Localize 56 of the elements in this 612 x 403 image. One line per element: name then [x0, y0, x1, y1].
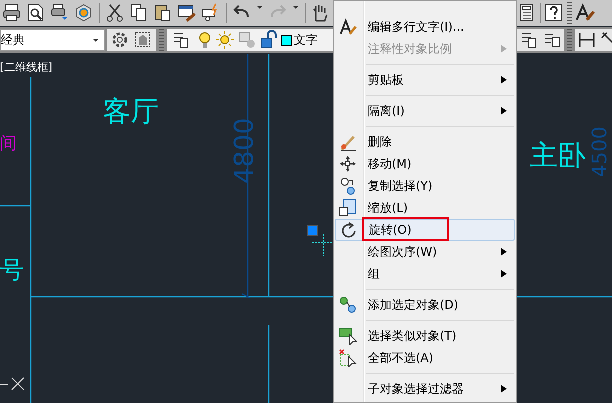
scale-squares-icon: [339, 199, 357, 217]
menu-item[interactable]: 删除: [335, 131, 515, 153]
submenu-arrow-icon: [501, 76, 507, 84]
plot-icon[interactable]: [50, 3, 70, 23]
match-properties-icon[interactable]: [177, 3, 197, 23]
cut-icon[interactable]: [105, 3, 125, 23]
submenu-arrow-icon: [501, 385, 507, 393]
deselect-icon: [339, 349, 357, 367]
sun-icon[interactable]: [215, 30, 235, 50]
text-style-icon[interactable]: [575, 3, 595, 23]
menu-item[interactable]: 旋转(O): [335, 219, 515, 241]
linear-dimension-icon[interactable]: [577, 30, 597, 50]
crosshair-cursor: [312, 234, 334, 256]
dimension-text: 4500: [589, 126, 610, 178]
gear-icon[interactable]: [110, 30, 130, 50]
menu-item[interactable]: 选择类似对象(T): [335, 325, 515, 347]
submenu-arrow-icon: [501, 45, 507, 53]
move-arrows-icon: [339, 155, 357, 173]
ucs-axis-icon: [0, 378, 24, 390]
grip-handle[interactable]: [308, 226, 318, 236]
rotate-icon: [340, 222, 358, 240]
print-preview-icon[interactable]: [26, 3, 46, 23]
menu-item[interactable]: 移动(M): [335, 153, 515, 175]
menu-item[interactable]: 子对象选择过滤器: [335, 378, 515, 400]
partial-room-label: 间: [0, 136, 17, 153]
workspace-dropdown[interactable]: 经典: [0, 29, 105, 51]
menu-item[interactable]: 编辑多行文字(I)...: [335, 16, 515, 38]
submenu-arrow-icon: [501, 107, 507, 115]
select-similar-icon: [339, 327, 357, 345]
paste-icon[interactable]: [153, 3, 173, 23]
menu-item[interactable]: 绘图次序(W): [335, 241, 515, 263]
room-label: 主卧: [530, 142, 586, 170]
menu-item[interactable]: 剪贴板: [335, 69, 515, 91]
viewport-label[interactable]: [二维线框]: [0, 60, 53, 76]
menu-item[interactable]: 全部不选(A): [335, 347, 515, 369]
printer-icon[interactable]: [2, 3, 22, 23]
room-label: 客厅: [103, 98, 159, 126]
copy-circles-icon: [339, 177, 357, 195]
copy-icon[interactable]: [129, 3, 149, 23]
menu-item[interactable]: 复制选择(Y): [335, 175, 515, 197]
caret-icon: [92, 36, 100, 44]
help-icon[interactable]: [544, 3, 564, 23]
menu-item[interactable]: 缩放(L): [335, 197, 515, 219]
cube-icon[interactable]: [74, 3, 94, 23]
layer-color-swatch: [281, 34, 292, 46]
layer-name[interactable]: 文字: [294, 31, 318, 49]
submenu-arrow-icon: [501, 248, 507, 256]
submenu-arrow-icon: [501, 270, 507, 278]
menu-item[interactable]: 添加选定对象(D): [335, 294, 515, 316]
menu-item[interactable]: 组: [335, 263, 515, 285]
menu-item[interactable]: 隔离(I): [335, 100, 515, 122]
add-object-icon: [339, 296, 357, 314]
partial-room-label: 号: [0, 258, 24, 282]
lock-icon[interactable]: [259, 30, 279, 50]
text-edit-icon: [339, 18, 357, 36]
workspace-icon[interactable]: [133, 30, 153, 50]
